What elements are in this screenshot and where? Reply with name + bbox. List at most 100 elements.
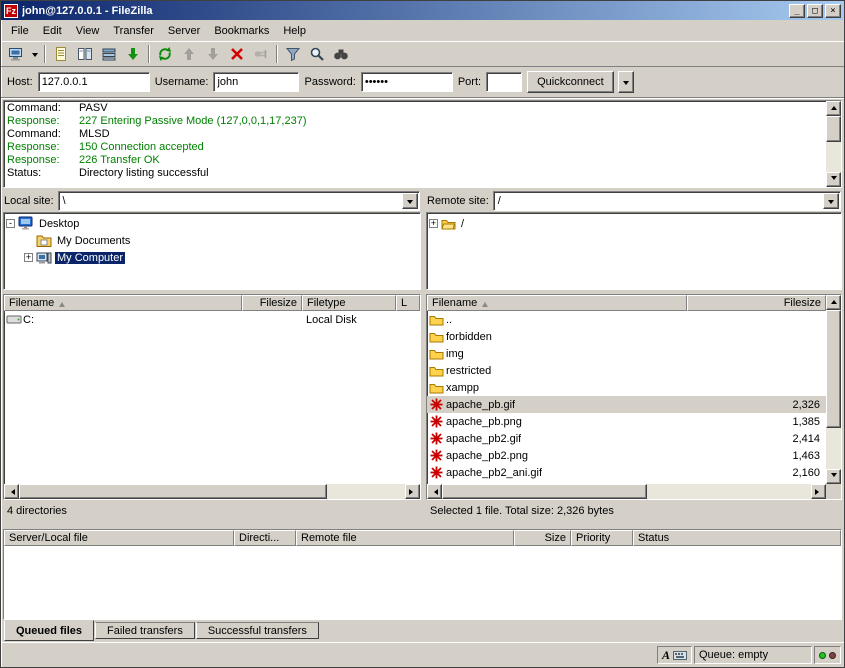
column-header-filename[interactable]: Filename — [4, 295, 242, 311]
column-header-remote-file[interactable]: Remote file — [296, 530, 514, 546]
file-name: .. — [446, 314, 452, 326]
log-label: Command: — [7, 102, 79, 115]
file-row[interactable]: .. — [427, 311, 826, 328]
menu-server[interactable]: Server — [161, 22, 207, 40]
site-manager-button[interactable] — [4, 43, 28, 65]
file-row[interactable]: restricted — [427, 362, 826, 379]
tree-item-root[interactable]: + / — [429, 215, 839, 232]
remote-horizontal-scrollbar[interactable] — [427, 484, 826, 499]
scroll-thumb[interactable] — [826, 116, 841, 142]
maximize-button[interactable]: □ — [807, 4, 823, 18]
titlebar[interactable]: Fz john@127.0.0.1 - FileZilla _ □ × — [1, 1, 844, 20]
local-site-combo[interactable]: \ — [58, 191, 420, 211]
process-queue-button[interactable] — [121, 43, 145, 65]
menu-transfer[interactable]: Transfer — [106, 22, 161, 40]
file-row[interactable]: apache_pb2_ani.gif2,160 — [427, 464, 826, 481]
scroll-track[interactable] — [826, 310, 841, 469]
column-header-filetype[interactable]: Filetype — [302, 295, 396, 311]
scroll-down-button[interactable] — [826, 469, 841, 484]
directory-comparison-button[interactable] — [305, 43, 329, 65]
close-button[interactable]: × — [825, 4, 841, 18]
log-vertical-scrollbar[interactable] — [826, 101, 841, 187]
scroll-thumb[interactable] — [826, 310, 841, 428]
scroll-thumb[interactable] — [19, 484, 327, 499]
minimize-button[interactable]: _ — [789, 4, 805, 18]
expand-icon[interactable]: + — [429, 219, 438, 228]
file-row[interactable]: apache_pb2.gif2,414 — [427, 430, 826, 447]
tab-queued-files[interactable]: Queued files — [4, 620, 94, 641]
column-header-lastmodified[interactable]: L — [396, 295, 420, 311]
upload-button[interactable] — [177, 43, 201, 65]
menu-view[interactable]: View — [69, 22, 107, 40]
filter-button[interactable] — [281, 43, 305, 65]
remote-site-combo[interactable]: / — [493, 191, 841, 211]
menu-file[interactable]: File — [4, 22, 36, 40]
column-label: Server/Local file — [9, 532, 88, 544]
column-header-filename[interactable]: Filename — [427, 295, 687, 311]
file-row[interactable]: img — [427, 345, 826, 362]
site-manager-dropdown-button[interactable] — [28, 43, 41, 65]
file-row-selected[interactable]: apache_pb.gif2,326 — [427, 396, 826, 413]
remote-vertical-scrollbar[interactable] — [826, 295, 841, 484]
toggle-message-log-button[interactable] — [49, 43, 73, 65]
scroll-right-button[interactable] — [405, 484, 420, 499]
quickconnect-button[interactable]: Quickconnect — [527, 71, 614, 93]
tree-item-desktop[interactable]: - Desktop — [6, 215, 418, 232]
column-header-filesize[interactable]: Filesize — [242, 295, 302, 311]
download-icon — [205, 46, 221, 62]
log-label: Response: — [7, 154, 79, 167]
column-header-direction[interactable]: Directi... — [234, 530, 296, 546]
scroll-thumb[interactable] — [442, 484, 647, 499]
file-row[interactable]: xampp — [427, 379, 826, 396]
scroll-up-button[interactable] — [826, 101, 841, 116]
log-label: Response: — [7, 115, 79, 128]
scroll-up-button[interactable] — [826, 295, 841, 310]
local-horizontal-scrollbar[interactable] — [4, 484, 420, 499]
scroll-right-button[interactable] — [811, 484, 826, 499]
activity-indicator — [814, 646, 841, 664]
scroll-track[interactable] — [19, 484, 405, 499]
username-input[interactable] — [213, 72, 299, 92]
column-header-size[interactable]: Size — [514, 530, 571, 546]
scroll-left-button[interactable] — [427, 484, 442, 499]
tab-successful-transfers[interactable]: Successful transfers — [196, 622, 319, 639]
column-header-filesize[interactable]: Filesize — [687, 295, 826, 311]
password-input[interactable] — [361, 72, 453, 92]
toggle-queue-view-button[interactable] — [97, 43, 121, 65]
menu-help[interactable]: Help — [276, 22, 313, 40]
download-button[interactable] — [201, 43, 225, 65]
refresh-button[interactable] — [153, 43, 177, 65]
quickconnect-dropdown-button[interactable] — [618, 71, 634, 93]
expand-icon[interactable]: + — [24, 253, 33, 262]
column-header-priority[interactable]: Priority — [571, 530, 633, 546]
scroll-left-button[interactable] — [4, 484, 19, 499]
menu-edit[interactable]: Edit — [36, 22, 69, 40]
tab-failed-transfers[interactable]: Failed transfers — [95, 622, 195, 639]
scroll-track[interactable] — [826, 116, 841, 172]
remote-site-dropdown-button[interactable] — [823, 193, 839, 209]
scroll-down-button[interactable] — [826, 172, 841, 187]
file-row[interactable]: apache_pb2.png1,463 — [427, 447, 826, 464]
toggle-tree-views-button[interactable] — [73, 43, 97, 65]
column-label: L — [401, 297, 407, 309]
remote-site-label: Remote site: — [427, 195, 489, 207]
scroll-track[interactable] — [442, 484, 811, 499]
transfer-type-indicator: A — [657, 646, 692, 664]
find-files-button[interactable] — [329, 43, 353, 65]
file-row-c-drive[interactable]: C: Local Disk — [4, 311, 420, 328]
column-header-server-local-file[interactable]: Server/Local file — [4, 530, 234, 546]
menu-bookmarks[interactable]: Bookmarks — [207, 22, 276, 40]
tree-item-my-documents[interactable]: My Documents — [6, 232, 418, 249]
tree-item-my-computer[interactable]: + My Computer — [6, 249, 418, 266]
port-input[interactable] — [486, 72, 522, 92]
arrow-up-icon — [831, 103, 837, 110]
horizontal-splitter[interactable] — [1, 522, 844, 529]
file-row[interactable]: apache_pb.png1,385 — [427, 413, 826, 430]
disconnect-button[interactable] — [249, 43, 273, 65]
cancel-button[interactable] — [225, 43, 249, 65]
column-header-status[interactable]: Status — [633, 530, 841, 546]
local-site-dropdown-button[interactable] — [402, 193, 418, 209]
file-row[interactable]: forbidden — [427, 328, 826, 345]
collapse-icon[interactable]: - — [6, 219, 15, 228]
host-input[interactable] — [38, 72, 150, 92]
